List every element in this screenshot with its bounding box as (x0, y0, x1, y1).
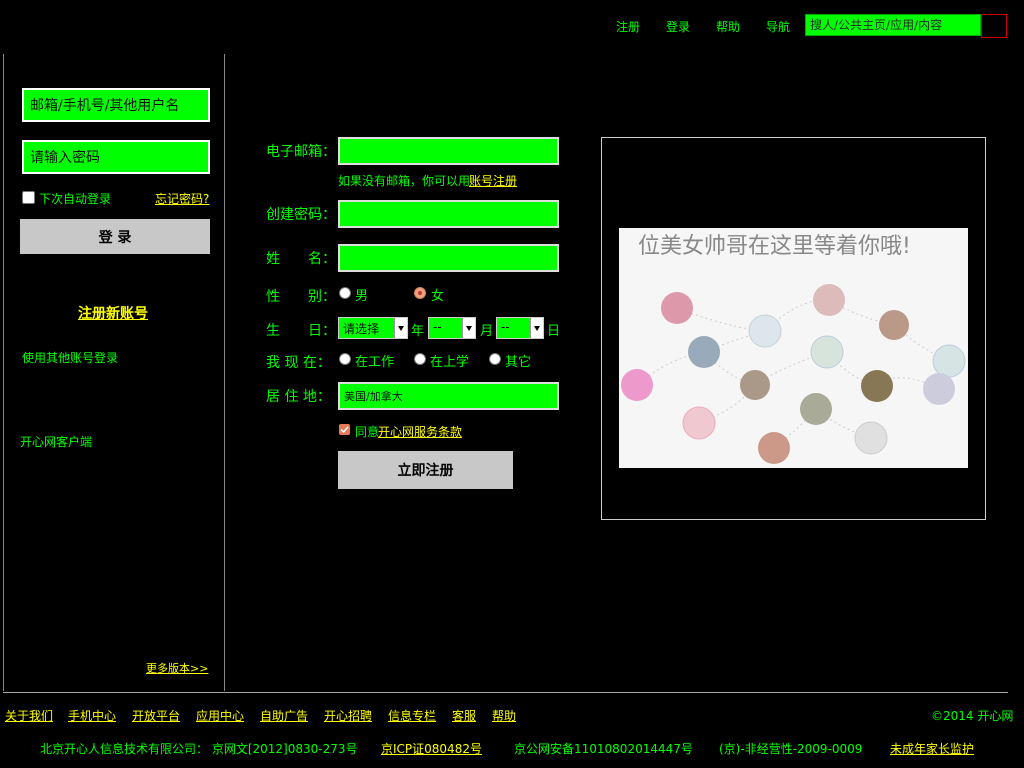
password-input[interactable] (22, 140, 210, 174)
gender-male-label: 男 (355, 289, 369, 304)
username-input[interactable] (22, 88, 210, 122)
remember-label: 下次自动登录 (39, 192, 112, 206)
footer-link-ads[interactable]: 自助广告 (260, 707, 308, 724)
chevron-down-icon (394, 318, 407, 338)
chevron-down-icon (530, 318, 543, 338)
terms-link[interactable]: 开心网服务条款 (378, 423, 462, 440)
birth-day-select[interactable]: -- (496, 317, 544, 339)
nav-register-link[interactable]: 注册 (616, 18, 640, 35)
police-record: 京公网安备11010802014447号 (514, 742, 693, 756)
agree-checkbox[interactable] (339, 424, 350, 435)
more-versions-link[interactable]: 更多版本>> (146, 660, 208, 676)
month-unit: 月 (480, 324, 494, 339)
year-unit: 年 (411, 324, 425, 339)
forgot-password-link[interactable]: 忘记密码? (155, 190, 209, 207)
avatar (861, 370, 893, 402)
license-info: (京)-非经营性-2009-0009 (719, 742, 863, 756)
avatar (800, 393, 832, 425)
birth-year-value: 请选择 (343, 322, 380, 336)
avatar (879, 310, 909, 340)
avatar (813, 284, 845, 316)
footer-link-help[interactable]: 帮助 (492, 707, 516, 724)
residence-label: 居 住 地： (266, 389, 331, 405)
login-panel: 下次自动登录 忘记密码? 登 录 注册新账号 使用其他账号登录 开心网客户端 更… (3, 54, 225, 691)
remember-checkbox[interactable] (22, 191, 35, 204)
birth-month-select[interactable]: -- (428, 317, 476, 339)
password-label: 创建密码： (266, 207, 336, 223)
avatar (621, 369, 653, 401)
footer-link-mobile[interactable]: 手机中心 (68, 707, 116, 724)
footer-link-jobs[interactable]: 开心招聘 (324, 707, 372, 724)
footer-link-apps[interactable]: 应用中心 (196, 707, 244, 724)
status-studying-label: 在上学 (430, 355, 470, 370)
other-accounts-label[interactable]: 使用其他账号登录 (22, 349, 118, 366)
birthday-label: 生 日： (266, 323, 336, 339)
register-submit-button[interactable]: 立即注册 (338, 451, 513, 489)
gender-female-label: 女 (431, 289, 445, 304)
status-label: 我 现 在： (266, 355, 331, 371)
chevron-down-icon (462, 318, 475, 338)
avatar (688, 336, 720, 368)
name-input[interactable] (338, 244, 559, 272)
footer-divider (3, 692, 1008, 693)
promo-caption: 位美女帅哥在这里等着你哦! (638, 234, 911, 259)
email-hint: 如果没有邮箱，你可以用 (338, 174, 471, 188)
footer-link-info[interactable]: 信息专栏 (388, 707, 436, 724)
client-link[interactable]: 开心网客户端 (20, 433, 92, 450)
birth-year-select[interactable]: 请选择 (338, 317, 408, 339)
nav-help-link[interactable]: 帮助 (716, 18, 740, 35)
search-button[interactable] (981, 14, 1007, 38)
gender-female-radio[interactable] (414, 287, 426, 299)
register-new-link[interactable]: 注册新账号 (78, 303, 148, 323)
avatar (661, 292, 693, 324)
status-working-radio[interactable] (339, 353, 351, 365)
gender-label: 性 别： (266, 289, 336, 305)
nav-guide-link[interactable]: 导航 (766, 18, 790, 35)
guardian-link[interactable]: 未成年家长监护 (890, 740, 974, 757)
icp-link[interactable]: 京ICP证080482号 (381, 740, 482, 757)
footer-link-open-platform[interactable]: 开放平台 (132, 707, 180, 724)
day-unit: 日 (547, 324, 561, 339)
account-register-link[interactable]: 账号注册 (469, 172, 517, 189)
copyright: ©2014 开心网 (931, 709, 1014, 723)
footer-link-service[interactable]: 客服 (452, 707, 476, 724)
avatar (923, 373, 955, 405)
status-studying-radio[interactable] (414, 353, 426, 365)
login-button[interactable]: 登 录 (20, 219, 210, 254)
agree-label: 同意 (355, 425, 380, 439)
name-label: 姓 名： (266, 251, 336, 267)
birth-day-value: -- (501, 320, 510, 334)
status-working-label: 在工作 (355, 355, 395, 370)
avatar (740, 370, 770, 400)
nav-login-link[interactable]: 登录 (666, 18, 690, 35)
promo-panel: 位美女帅哥在这里等着你哦! (601, 137, 986, 520)
company-info: 北京开心人信息技术有限公司： 京网文[2012]0830-273号 (40, 742, 358, 756)
search-input[interactable] (805, 14, 981, 36)
check-icon (340, 426, 349, 434)
footer-link-about[interactable]: 关于我们 (5, 707, 53, 724)
birth-month-value: -- (433, 320, 442, 334)
email-input[interactable] (338, 137, 559, 165)
social-network-graphic (621, 284, 966, 464)
status-other-radio[interactable] (489, 353, 501, 365)
email-label: 电子邮箱： (266, 144, 336, 160)
status-other-label: 其它 (505, 355, 532, 370)
avatar (758, 432, 790, 464)
gender-male-radio[interactable] (339, 287, 351, 299)
promo-image: 位美女帅哥在这里等着你哦! (619, 228, 968, 468)
create-password-input[interactable] (338, 200, 559, 228)
residence-input[interactable] (338, 382, 559, 410)
